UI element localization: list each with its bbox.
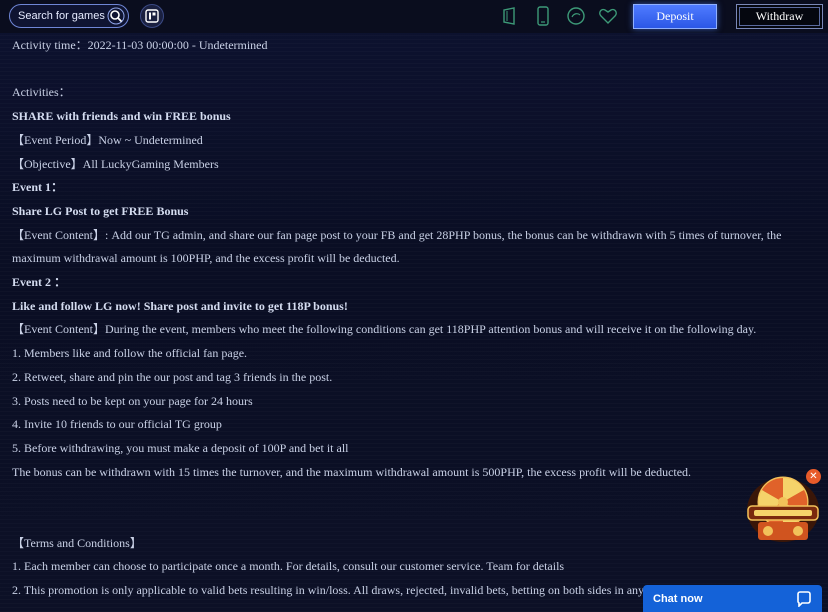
event2-condition: 4. Invite 10 friends to our official TG … xyxy=(12,417,222,432)
event2-title: Like and follow LG now! Share post and i… xyxy=(12,298,348,313)
chat-bubble-icon xyxy=(797,591,811,607)
promo-close-icon[interactable]: ✕ xyxy=(806,469,821,484)
event2-content: 【Event Content】During the event, members… xyxy=(12,322,757,337)
event2-condition: 1. Members like and follow the official … xyxy=(12,346,248,361)
chat-bubble-icon[interactable] xyxy=(566,6,586,26)
activity-time: Activity time：2022-11-03 00:00:00 - Unde… xyxy=(12,38,268,52)
mobile-icon[interactable] xyxy=(533,6,553,26)
event1-content: 【Event Content】: Add our TG admin, and s… xyxy=(12,227,782,242)
menu-icon xyxy=(145,9,159,23)
event1-heading: Event 1： xyxy=(12,180,64,195)
heart-icon[interactable] xyxy=(598,6,618,26)
event1-title: Share LG Post to get FREE Bonus xyxy=(12,203,189,218)
tablet-icon[interactable] xyxy=(500,6,520,26)
promotion-details: Activity time：2022-11-03 00:00:00 - Unde… xyxy=(12,34,812,603)
objective: 【Objective】All LuckyGaming Members xyxy=(12,156,219,171)
event2-condition: 5. Before withdrawing, you must make a d… xyxy=(12,440,349,455)
event2-heading: Event 2 ： xyxy=(12,275,67,290)
withdraw-button[interactable]: Withdraw xyxy=(736,4,823,29)
event2-condition: 3. Posts need to be kept on your page fo… xyxy=(12,393,253,408)
event2-bonus-note: The bonus can be withdrawn with 15 times… xyxy=(12,464,692,479)
event-period: 【Event Period】Now ~ Undetermined xyxy=(12,132,203,147)
search-box[interactable] xyxy=(9,4,129,28)
chat-now-button[interactable]: Chat now xyxy=(643,585,822,612)
chat-now-label: Chat now xyxy=(653,592,703,605)
top-navigation-bar: Deposit Withdraw xyxy=(0,0,828,33)
event1-content-continued: maximum withdrawal amount is 100PHP, and… xyxy=(12,251,400,266)
search-input[interactable] xyxy=(18,10,106,22)
event2-condition: 2. Retweet, share and pin the our post a… xyxy=(12,369,333,384)
terms-heading: 【Terms and Conditions】 xyxy=(12,535,142,550)
activities-heading: Activities： xyxy=(12,85,71,100)
deposit-button[interactable]: Deposit xyxy=(633,4,717,29)
promotion-title: SHARE with friends and win FREE bonus xyxy=(12,109,231,124)
game-menu-button[interactable] xyxy=(140,4,164,28)
search-icon[interactable] xyxy=(107,7,125,25)
terms-item: 1. Each member can choose to participate… xyxy=(12,559,565,574)
